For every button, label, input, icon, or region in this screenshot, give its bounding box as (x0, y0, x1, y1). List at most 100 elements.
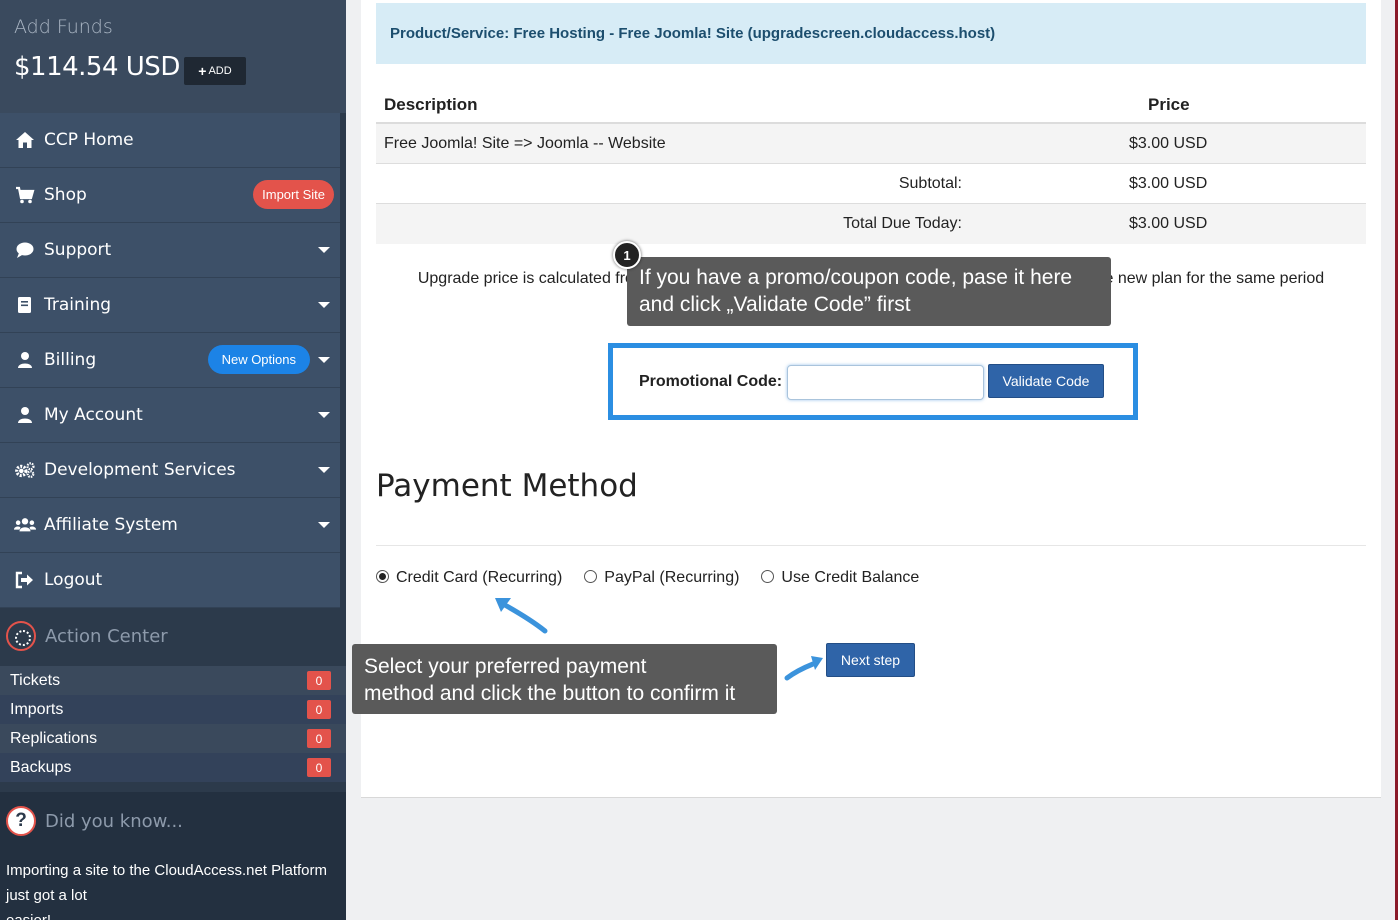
sidebar-item-label: Logout (44, 570, 103, 590)
divider (376, 545, 1366, 546)
import-site-button[interactable]: Import Site (253, 180, 334, 209)
plus-icon: + (198, 63, 207, 79)
total-price: $3.00 USD (1129, 215, 1208, 232)
new-options-badge[interactable]: New Options (207, 345, 310, 374)
sidebar: Add Funds $114.54 USD + ADD CCP Home Sho… (0, 0, 346, 920)
action-center-counters: Tickets 0 Imports 0 Replications 0 Backu… (0, 666, 346, 782)
radio-button[interactable] (761, 570, 775, 583)
counter-imports[interactable]: Imports 0 (0, 695, 346, 724)
chevron-down-icon (318, 467, 330, 473)
sidebar-item-label: Support (44, 240, 112, 260)
did-you-know-title: Did you know... (45, 810, 183, 832)
tooltip-line: and click „Validate Code” first (639, 293, 911, 316)
action-center-title: Action Center (45, 625, 168, 647)
counter-label: Backups (10, 758, 72, 776)
sidebar-item-label: Training (44, 295, 112, 315)
arrow-icon (495, 598, 548, 634)
arrow-icon (784, 656, 823, 681)
chevron-down-icon (318, 412, 330, 418)
header-description: Description (384, 95, 478, 114)
payment-option-credit-balance[interactable]: Use Credit Balance (761, 569, 919, 587)
payment-option-paypal[interactable]: PayPal (Recurring) (584, 569, 739, 587)
product-service-bar: Product/Service: Free Hosting - Free Joo… (376, 3, 1366, 64)
action-center-header: Action Center (0, 607, 346, 665)
payment-option-label: PayPal (Recurring) (604, 569, 740, 586)
sidebar-item-training[interactable]: Training (0, 278, 340, 333)
payment-option-credit-card[interactable]: Credit Card (Recurring) (376, 569, 562, 587)
counter-tickets[interactable]: Tickets 0 (0, 666, 346, 695)
payment-method-title: Payment Method (376, 468, 638, 504)
counter-badge: 0 (307, 700, 331, 719)
sidebar-item-label: Shop (44, 185, 87, 205)
item-description: Free Joomla! Site => Joomla -- Website (384, 135, 666, 152)
chat-icon (14, 241, 36, 259)
user-icon (14, 351, 36, 369)
counter-backups[interactable]: Backups 0 (0, 753, 346, 782)
add-funds-title: Add Funds (14, 16, 113, 38)
tooltip-line: If you have a promo/coupon code, pase it… (639, 266, 1073, 289)
payment-option-label: Use Credit Balance (781, 569, 920, 586)
promo-code-highlight: Promotional Code: Validate Code (608, 343, 1138, 420)
radio-button-checked[interactable] (376, 570, 389, 583)
chevron-down-icon (318, 522, 330, 528)
sidebar-item-label: Affiliate System (44, 515, 178, 535)
table-row: Free Joomla! Site => Joomla -- Website $… (376, 124, 1366, 164)
sidebar-item-my-account[interactable]: My Account (0, 388, 340, 443)
did-you-know-text: Importing a site to the CloudAccess.net … (0, 836, 346, 920)
sidebar-item-ccp-home[interactable]: CCP Home (0, 113, 340, 168)
funds-balance: $114.54 USD (14, 52, 180, 82)
total-label: Total Due Today: (843, 215, 962, 232)
chevron-down-icon (318, 302, 330, 308)
chevron-down-icon (318, 247, 330, 253)
sidebar-item-logout[interactable]: Logout (0, 553, 340, 608)
subtotal-row: Subtotal: $3.00 USD (376, 164, 1366, 204)
user-icon (14, 406, 36, 424)
add-funds-button-label: ADD (208, 65, 232, 77)
sidebar-item-support[interactable]: Support (0, 223, 340, 278)
sidebar-item-billing[interactable]: Billing New Options (0, 333, 340, 388)
counter-label: Replications (10, 729, 98, 747)
subtotal-price: $3.00 USD (1129, 175, 1208, 192)
next-step-button[interactable]: Next step (826, 643, 915, 677)
payment-option-label: Credit Card (Recurring) (396, 569, 563, 586)
chevron-down-icon (318, 357, 330, 363)
users-icon (14, 516, 36, 534)
payment-method-tooltip: Select your preferred payment method and… (352, 644, 777, 714)
sidebar-item-shop[interactable]: Shop Import Site (0, 168, 340, 223)
validate-code-button[interactable]: Validate Code (988, 364, 1104, 398)
order-summary-table: Description Price Free Joomla! Site => J… (376, 84, 1366, 244)
promo-code-tooltip: If you have a promo/coupon code, pase it… (627, 257, 1111, 326)
sidebar-item-label: Development Services (44, 460, 236, 480)
sidebar-item-development-services[interactable]: Development Services (0, 443, 340, 498)
sidebar-item-label: My Account (44, 405, 143, 425)
payment-method-options: Credit Card (Recurring) PayPal (Recurrin… (376, 569, 941, 587)
sidebar-item-affiliate-system[interactable]: Affiliate System (0, 498, 340, 553)
tooltip-line: method and click the button to confirm i… (364, 682, 736, 705)
did-you-know-panel: ? Did you know... Importing a site to th… (0, 792, 346, 920)
counter-badge: 0 (307, 758, 331, 777)
spinner-icon (6, 621, 36, 651)
promo-code-input[interactable] (787, 365, 984, 400)
did-you-know-header: ? Did you know... (0, 792, 346, 836)
did-you-know-line: Importing a site to the CloudAccess.net … (6, 862, 327, 879)
counter-replications[interactable]: Replications 0 (0, 724, 346, 753)
did-you-know-line: just got a lot easier!. (6, 883, 340, 920)
step-number-badge: 1 (613, 241, 641, 269)
radio-button[interactable] (584, 570, 598, 583)
counter-label: Imports (10, 700, 64, 718)
main-content: Product/Service: Free Hosting - Free Joo… (352, 0, 1381, 798)
subtotal-label: Subtotal: (898, 175, 962, 192)
sidebar-item-label: Billing (44, 350, 97, 370)
home-icon (14, 131, 36, 149)
book-icon (14, 296, 36, 314)
logout-icon (14, 571, 36, 589)
item-price: $3.00 USD (1129, 135, 1208, 152)
total-row: Total Due Today: $3.00 USD (376, 204, 1366, 244)
add-funds-panel: Add Funds $114.54 USD + ADD (0, 0, 346, 113)
table-header: Description Price (376, 84, 1366, 124)
add-funds-button[interactable]: + ADD (184, 57, 246, 85)
sidebar-item-label: CCP Home (44, 130, 134, 150)
cart-icon (14, 186, 36, 204)
did-you-know-line-text: just got a lot easier! (6, 887, 87, 920)
gears-icon (14, 461, 36, 479)
